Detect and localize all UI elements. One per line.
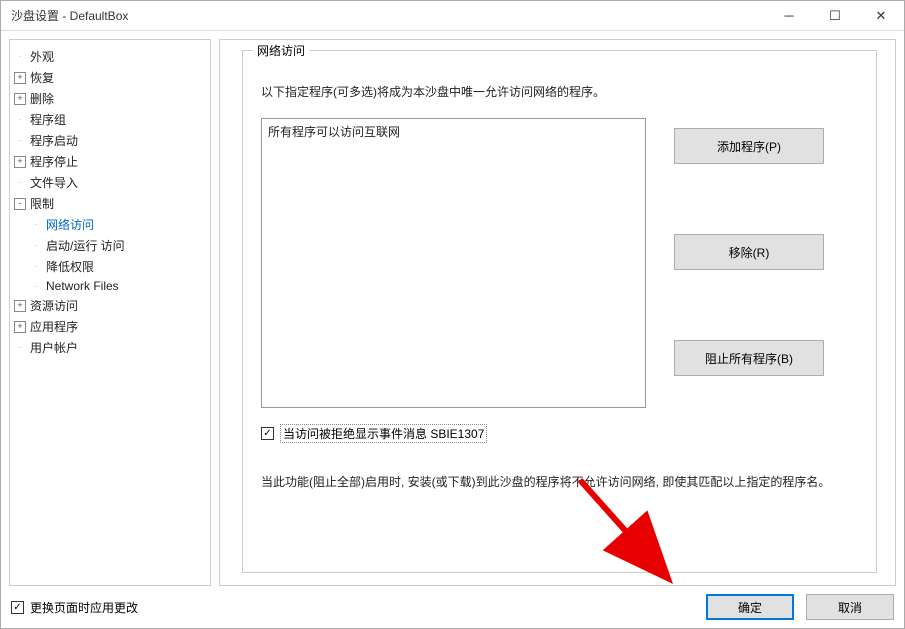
tree-item-12[interactable]: + 资源访问 xyxy=(14,295,206,316)
tree-item-label: 删除 xyxy=(30,90,54,107)
content-panel: 网络访问 以下指定程序(可多选)将成为本沙盘中唯一允许访问网络的程序。 所有程序… xyxy=(219,39,896,586)
tree-item-7[interactable]: -限制 xyxy=(14,193,206,214)
tree-item-11[interactable]: · Network Files xyxy=(14,277,206,295)
sidebar-tree[interactable]: ·外观+恢复+删除·程序组·程序启动+程序停止·文件导入-限制·网络访问·启动/… xyxy=(9,39,211,586)
tree-item-2[interactable]: + 删除 xyxy=(14,88,206,109)
tree-item-10[interactable]: · 降低权限 xyxy=(14,256,206,277)
cancel-button[interactable]: 取消 xyxy=(806,594,894,620)
program-listbox[interactable]: 所有程序可以访问互联网 xyxy=(261,118,646,408)
window: 沙盘设置 - DefaultBox ─ ☐ ✕ · 外观 + 恢复 + 删除 · 程序组 · 程序… xyxy=(0,0,905,629)
tree-item-13[interactable]: + 应用程序 xyxy=(14,316,206,337)
add-program-button[interactable]: 添加程序(P) xyxy=(674,128,824,164)
tree-leaf-icon: · xyxy=(14,115,26,124)
checkbox-row: ✓ 当访问被拒绝显示事件消息 SBIE1307 xyxy=(261,424,858,443)
expand-icon[interactable]: + xyxy=(14,156,26,168)
content-row: 所有程序可以访问互联网 添加程序(P) 移除(R) 阻止所有程序(B) xyxy=(261,118,858,408)
footer: ✓ 更换页面时应用更改 确定 取消 xyxy=(1,586,904,628)
tree-item-0[interactable]: · 外观 xyxy=(14,46,206,67)
tree-item-label: 资源访问 xyxy=(30,297,78,314)
tree-item-label: 网络访问 xyxy=(46,216,94,233)
tree-item-label: 程序停止 xyxy=(30,153,78,170)
note-text: 当此功能(阻止全部)启用时, 安装(或下载)到此沙盘的程序将不允许访问网络, 即… xyxy=(261,473,858,492)
tree-item-label: 降低权限 xyxy=(46,258,94,275)
block-all-button[interactable]: 阻止所有程序(B) xyxy=(674,340,824,376)
remove-button[interactable]: 移除(R) xyxy=(674,234,824,270)
tree-leaf-icon: · xyxy=(14,136,26,145)
tree-leaf-icon: · xyxy=(30,241,42,250)
main-area: ·外观+恢复+删除·程序组·程序启动+程序停止·文件导入-限制·网络访问·启动/… xyxy=(1,31,904,586)
tree-leaf-icon: · xyxy=(14,343,26,352)
tree-item-9[interactable]: · 启动/运行 访问 xyxy=(14,235,206,256)
fieldset-legend: 网络访问 xyxy=(253,42,309,59)
maximize-button[interactable]: ☐ xyxy=(812,1,858,31)
tree-item-label: 文件导入 xyxy=(30,174,78,191)
tree-item-3[interactable]: · 程序组 xyxy=(14,109,206,130)
description-text: 以下指定程序(可多选)将成为本沙盘中唯一允许访问网络的程序。 xyxy=(261,83,858,100)
tree-leaf-icon: · xyxy=(14,178,26,187)
tree-item-label: 恢复 xyxy=(30,69,54,86)
apply-on-change-label[interactable]: 更换页面时应用更改 xyxy=(30,599,694,616)
apply-on-change-checkbox[interactable]: ✓ xyxy=(11,601,24,614)
tree-item-5[interactable]: + 程序停止 xyxy=(14,151,206,172)
collapse-icon[interactable]: - xyxy=(14,198,26,210)
network-access-fieldset: 网络访问 以下指定程序(可多选)将成为本沙盘中唯一允许访问网络的程序。 所有程序… xyxy=(242,50,877,573)
sbie1307-label[interactable]: 当访问被拒绝显示事件消息 SBIE1307 xyxy=(280,424,487,443)
tree-leaf-icon: · xyxy=(30,262,42,271)
tree-item-label: 限制 xyxy=(30,195,54,212)
expand-icon[interactable]: + xyxy=(14,321,26,333)
button-column: 添加程序(P) 移除(R) 阻止所有程序(B) xyxy=(674,118,824,408)
tree-item-label: 程序组 xyxy=(30,111,66,128)
listbox-item[interactable]: 所有程序可以访问互联网 xyxy=(268,123,639,140)
window-controls: ─ ☐ ✕ xyxy=(766,1,904,31)
tree-leaf-icon: · xyxy=(14,52,26,61)
close-button[interactable]: ✕ xyxy=(858,1,904,31)
tree-item-label: 外观 xyxy=(30,48,54,65)
expand-icon[interactable]: + xyxy=(14,72,26,84)
tree-item-6[interactable]: · 文件导入 xyxy=(14,172,206,193)
expand-icon[interactable]: + xyxy=(14,93,26,105)
tree-item-label: 程序启动 xyxy=(30,132,78,149)
tree-item-label: 应用程序 xyxy=(30,318,78,335)
tree-item-8[interactable]: · 网络访问 xyxy=(14,214,206,235)
tree-item-label: Network Files xyxy=(46,279,119,293)
tree-leaf-icon: · xyxy=(30,282,42,291)
titlebar: 沙盘设置 - DefaultBox ─ ☐ ✕ xyxy=(1,1,904,31)
tree-item-1[interactable]: + 恢复 xyxy=(14,67,206,88)
tree-leaf-icon: · xyxy=(30,220,42,229)
minimize-button[interactable]: ─ xyxy=(766,1,812,31)
tree-item-label: 启动/运行 访问 xyxy=(46,237,125,254)
sbie1307-checkbox[interactable]: ✓ xyxy=(261,427,274,440)
expand-icon[interactable]: + xyxy=(14,300,26,312)
tree-item-4[interactable]: · 程序启动 xyxy=(14,130,206,151)
tree-item-14[interactable]: · 用户帐户 xyxy=(14,337,206,358)
window-title: 沙盘设置 - DefaultBox xyxy=(11,7,766,24)
tree-item-label: 用户帐户 xyxy=(30,339,78,356)
ok-button[interactable]: 确定 xyxy=(706,594,794,620)
